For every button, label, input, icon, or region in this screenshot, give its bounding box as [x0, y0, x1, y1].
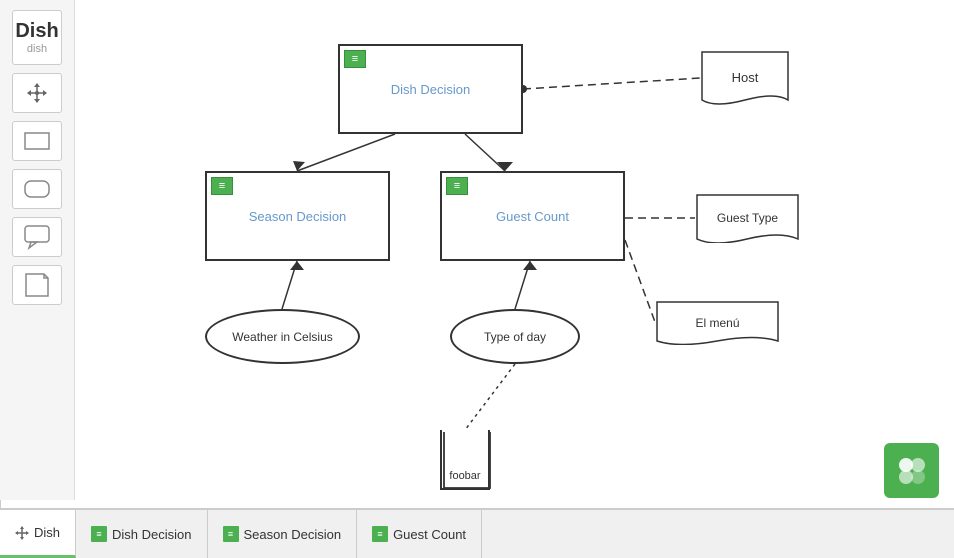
rounded-rect-icon	[23, 178, 51, 200]
guest-count-header	[446, 177, 468, 195]
dish-tool[interactable]: Dish dish	[12, 10, 62, 65]
tab-guest-count-icon: ≡	[372, 526, 388, 542]
app: Dish dish	[0, 0, 954, 558]
tab-dish-decision[interactable]: ≡ Dish Decision	[76, 510, 207, 558]
season-decision-header	[211, 177, 233, 195]
el-menu-node[interactable]: El menú	[655, 300, 780, 345]
guest-count-label: Guest Count	[491, 204, 574, 229]
rectangle-tool[interactable]	[12, 121, 62, 161]
callout-icon	[23, 224, 51, 250]
weather-node[interactable]: Weather in Celsius	[205, 309, 360, 364]
note-icon	[24, 272, 50, 298]
tab-dish-label: Dish	[34, 525, 60, 540]
rectangle-icon	[23, 130, 51, 152]
tab-guest-count-label: Guest Count	[393, 527, 466, 542]
dish-label: Dish	[15, 20, 58, 43]
tab-dish-icon	[15, 526, 29, 540]
dish-decision-node[interactable]: Dish Decision	[338, 44, 523, 134]
tab-season-decision-icon: ≡	[223, 526, 239, 542]
logo-icon	[892, 451, 932, 491]
host-node[interactable]: Host	[700, 50, 790, 105]
note-tool[interactable]	[12, 265, 62, 305]
move-icon	[26, 82, 48, 104]
callout-tool[interactable]	[12, 217, 62, 257]
tab-season-decision-label: Season Decision	[244, 527, 342, 542]
dish-decision-header	[344, 50, 366, 68]
move-tool[interactable]	[12, 73, 62, 113]
dish-decision-label: Dish Decision	[386, 77, 475, 102]
guest-type-label: Guest Type	[717, 211, 778, 225]
bottom-tabs: Dish ≡ Dish Decision ≡ Season Decision ≡…	[0, 508, 954, 558]
canvas-area[interactable]: Dish Decision Season Decision Guest Coun…	[75, 0, 954, 508]
season-decision-label: Season Decision	[244, 204, 352, 229]
foobar-label: foobar	[449, 470, 480, 482]
canvas: Dish Decision Season Decision Guest Coun…	[75, 0, 954, 508]
tab-dish[interactable]: Dish	[0, 510, 76, 558]
tab-dish-decision-label: Dish Decision	[112, 527, 191, 542]
season-decision-node[interactable]: Season Decision	[205, 171, 390, 261]
weather-label: Weather in Celsius	[232, 330, 333, 344]
el-menu-label: El menú	[695, 316, 739, 330]
rounded-rect-tool[interactable]	[12, 169, 62, 209]
left-toolbar: Dish dish	[0, 0, 75, 500]
host-label: Host	[732, 70, 759, 85]
foobar-node[interactable]: foobar	[440, 430, 490, 490]
type-of-day-label: Type of day	[484, 330, 546, 344]
type-of-day-node[interactable]: Type of day	[450, 309, 580, 364]
tab-guest-count[interactable]: ≡ Guest Count	[357, 510, 482, 558]
tab-dish-decision-icon: ≡	[91, 526, 107, 542]
guest-type-node[interactable]: Guest Type	[695, 193, 800, 243]
dish-sub: dish	[27, 43, 47, 55]
logo	[884, 443, 939, 498]
guest-count-node[interactable]: Guest Count	[440, 171, 625, 261]
tab-season-decision[interactable]: ≡ Season Decision	[208, 510, 358, 558]
